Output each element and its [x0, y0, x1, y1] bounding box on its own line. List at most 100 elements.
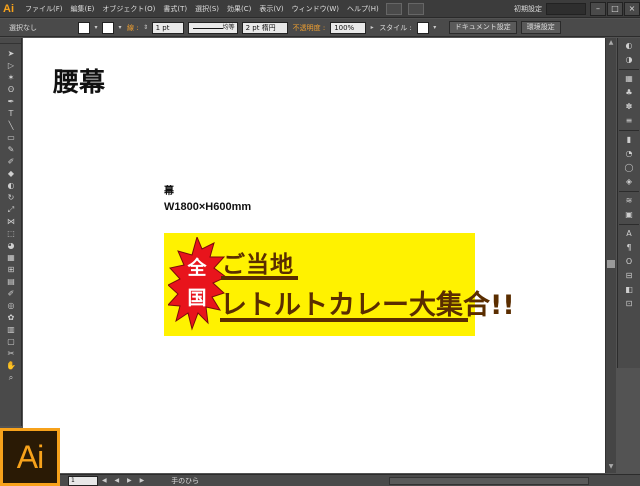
banner-main-text: レトルトカレー大集合!! [220, 290, 515, 321]
zoom-icon[interactable]: ⌕ [2, 372, 20, 384]
artboard-nav-icon[interactable]: ◀ ◀ ▶ ▶ [102, 477, 147, 484]
gradient-icon[interactable]: ▮ [620, 134, 638, 146]
stroke-weight-field[interactable]: 1 pt [151, 21, 184, 34]
vertical-scrollbar[interactable]: ▲ ▼ [605, 38, 616, 473]
align-icon[interactable]: ⊟ [620, 270, 638, 282]
illustrator-window: Ai ファイル(F) 編集(E) オブジェクト(O) 書式(T) 選択(S) 効… [0, 0, 640, 486]
illustrator-logo-icon: Ai [0, 428, 60, 486]
bridge-button[interactable] [385, 2, 402, 15]
transparency-icon[interactable]: ◔ [620, 148, 638, 160]
scroll-down-icon[interactable]: ▼ [607, 463, 615, 471]
menu-view[interactable]: 表示(V) [255, 0, 287, 18]
stroke-profile-select[interactable]: 均等 [187, 21, 238, 34]
color-guide-icon[interactable]: ◑ [620, 54, 638, 66]
opentype-icon[interactable]: O [620, 256, 638, 268]
selection-status: 選択なし [9, 23, 37, 32]
fill-swatch[interactable] [78, 21, 90, 34]
opacity-label[interactable]: 不透明度 : [290, 23, 329, 33]
opacity-field[interactable]: 100% [330, 21, 367, 34]
brush-definition-select[interactable]: 2 pt 楕円 [241, 21, 288, 34]
swatches-icon[interactable]: ▦ [620, 73, 638, 85]
menu-object[interactable]: オブジェクト(O) [98, 0, 159, 18]
symbol-sprayer-icon[interactable]: ✿ [2, 312, 20, 324]
opacity-dropdown-icon[interactable]: ▸ [368, 22, 376, 34]
paragraph-icon[interactable]: ¶ [620, 242, 638, 254]
graph-icon[interactable]: ▥ [2, 324, 20, 336]
layers-icon[interactable]: ≋ [620, 195, 638, 207]
panel-separator [619, 191, 639, 192]
stroke-label[interactable]: 線 : [124, 23, 142, 33]
brushes-icon[interactable]: ♣ [620, 87, 638, 99]
blend-icon[interactable]: ◎ [2, 300, 20, 312]
status-bar: 1 ◀ ◀ ▶ ▶ 手のひら [0, 474, 640, 486]
transform-icon[interactable]: ⊡ [620, 298, 638, 310]
pen-icon[interactable]: ✒ [2, 96, 20, 108]
stroke-icon[interactable]: ≡ [620, 115, 638, 127]
maximize-button[interactable]: □ [607, 1, 623, 16]
shape-builder-icon[interactable]: ◕ [2, 240, 20, 252]
character-icon[interactable]: A [620, 228, 638, 240]
menu-effect[interactable]: 効果(C) [223, 0, 255, 18]
stroke-stepper-icon[interactable]: ⇕ [142, 22, 150, 34]
eraser-icon[interactable]: ◐ [2, 180, 20, 192]
selection-icon[interactable]: ➤ [2, 48, 20, 60]
stroke-dropdown-icon[interactable]: ▾ [116, 22, 124, 34]
arrange-documents-button[interactable] [407, 2, 424, 15]
banner-main-underline [220, 318, 468, 322]
banner-artwork[interactable]: 全 国 ご当地 レトルトカレー大集合!! [164, 233, 515, 336]
artboards-icon[interactable]: ▣ [620, 209, 638, 221]
line-icon[interactable]: ╲ [2, 120, 20, 132]
document-setup-button[interactable]: ドキュメント設定 [448, 21, 517, 34]
spec-size: W1800×H600mm [164, 201, 252, 213]
direct-selection-icon[interactable]: ▷ [2, 60, 20, 72]
type-icon[interactable]: T [2, 108, 20, 120]
mesh-icon[interactable]: ⊞ [2, 264, 20, 276]
tool-list: ➤ ▷ ✶ ʘ ✒ T ╲ ▭ ✎ ✐ ◆ ◐ ↻ ⤢ ⋈ ⬚ ◕ ▦ ⊞ ▤ ✐ ◎ ✿ ▥ ▢ ✂ ✋ ⌕ [0, 48, 21, 384]
fill-dropdown-icon[interactable]: ▾ [92, 22, 100, 34]
width-icon[interactable]: ⋈ [2, 216, 20, 228]
blob-brush-icon[interactable]: ◆ [2, 168, 20, 180]
symbols-icon[interactable]: ✽ [620, 101, 638, 113]
menu-edit[interactable]: 編集(E) [67, 0, 99, 18]
graphic-style-swatch[interactable] [416, 21, 429, 34]
minimize-button[interactable]: – [590, 1, 606, 16]
artboard[interactable]: 腰幕 幕 W1800×H600mm 全 国 ご当地 レトルトカレー大集合!! [23, 38, 605, 473]
magic-wand-icon[interactable]: ✶ [2, 72, 20, 84]
gradient-icon[interactable]: ▤ [2, 276, 20, 288]
close-button[interactable]: × [624, 1, 640, 16]
style-label: スタイル : [379, 23, 412, 32]
scroll-up-icon[interactable]: ▲ [607, 39, 615, 47]
menu-file[interactable]: ファイル(F) [21, 0, 67, 18]
lasso-icon[interactable]: ʘ [2, 84, 20, 96]
workspace-switcher[interactable]: 初期設定 [510, 4, 546, 14]
menu-select[interactable]: 選択(S) [191, 0, 223, 18]
scale-icon[interactable]: ⤢ [2, 204, 20, 216]
preferences-button[interactable]: 環境設定 [520, 21, 561, 34]
eyedropper-icon[interactable]: ✐ [2, 288, 20, 300]
appearance-icon[interactable]: ◯ [620, 162, 638, 174]
graphic-styles-icon[interactable]: ◈ [620, 176, 638, 188]
hand-icon[interactable]: ✋ [2, 360, 20, 372]
menu-help[interactable]: ヘルプ(H) [343, 0, 383, 18]
rotate-icon[interactable]: ↻ [2, 192, 20, 204]
panel-dock: ◐ ◑ ▦ ♣ ✽ ≡ ▮ ◔ ◯ ◈ ≋ ▣ A ¶ O ⊟ ◧ ⊡ [617, 38, 640, 368]
free-transform-icon[interactable]: ⬚ [2, 228, 20, 240]
color-icon[interactable]: ◐ [620, 40, 638, 52]
pencil-icon[interactable]: ✐ [2, 156, 20, 168]
vertical-scroll-thumb[interactable] [607, 260, 615, 268]
burst-text-top: 全 [187, 257, 207, 279]
artboard-number-field[interactable]: 1 [68, 475, 98, 486]
menu-window[interactable]: ウィンドウ(W) [288, 0, 343, 18]
artboard-icon[interactable]: ▢ [2, 336, 20, 348]
perspective-icon[interactable]: ▦ [2, 252, 20, 264]
pathfinder-icon[interactable]: ◧ [620, 284, 638, 296]
menu-type[interactable]: 書式(T) [159, 0, 191, 18]
horizontal-scroll-thumb[interactable] [389, 476, 590, 485]
rectangle-icon[interactable]: ▭ [2, 132, 20, 144]
tools-grip[interactable] [0, 38, 21, 44]
style-dropdown-icon[interactable]: ▾ [431, 22, 439, 34]
help-search-input[interactable] [546, 2, 586, 15]
stroke-swatch[interactable] [102, 21, 114, 34]
slice-icon[interactable]: ✂ [2, 348, 20, 360]
paintbrush-icon[interactable]: ✎ [2, 144, 20, 156]
